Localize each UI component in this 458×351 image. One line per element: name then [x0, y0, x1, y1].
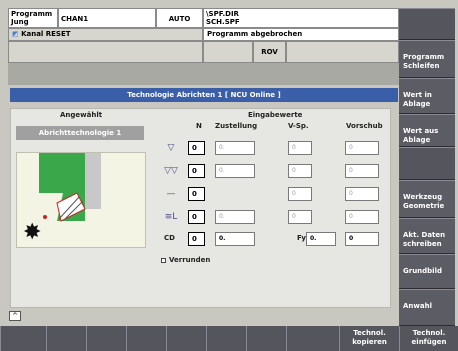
softkey-right-4[interactable]: Wert aus Ablage	[399, 114, 455, 147]
softkey-bottom-7[interactable]	[246, 326, 286, 351]
col-header-vorschub: Vorschub	[346, 122, 383, 130]
path-line2: SCH.SPF	[206, 18, 240, 26]
status-field-right	[286, 41, 399, 63]
softkey-bottom-8[interactable]	[286, 326, 339, 351]
program-path: \SPF.DIR SCH.SPF	[203, 8, 399, 28]
reset-icon: ◩	[12, 30, 19, 38]
row1-n-field[interactable]: 0	[188, 141, 205, 155]
col-header-vsp: V-Sp.	[288, 122, 309, 130]
fy-field[interactable]: 0.	[306, 232, 336, 246]
inputs-header: Eingabewerte	[248, 111, 303, 119]
cd-n-field[interactable]: 0	[188, 232, 205, 246]
row4-vorschub-field[interactable]: 0	[345, 210, 379, 224]
col-header-zustellung: Zustellung	[215, 122, 258, 130]
grinding-wheel-graphic: ✸	[23, 153, 101, 245]
row2-n-field[interactable]: 0	[188, 164, 205, 178]
fy-label: Fy	[297, 234, 306, 242]
spindle	[85, 153, 101, 209]
softkey-right-1[interactable]	[399, 8, 455, 40]
row4-vsp-field[interactable]: 0	[288, 210, 312, 224]
row2-vsp-field[interactable]: 0	[288, 164, 312, 178]
cd-zustellung-field[interactable]: 0.	[215, 232, 255, 246]
row4-zustellung-field[interactable]: 0.	[215, 210, 255, 224]
col-header-n: N	[196, 122, 202, 130]
finish-dressing-icon: ▽▽	[164, 166, 178, 176]
row4-n-field[interactable]: 0	[188, 210, 205, 224]
softkey-bottom-10[interactable]: Technol. einfügen	[399, 326, 458, 351]
row1-vorschub-field[interactable]: 0	[345, 141, 379, 155]
softkey-right-7[interactable]: Akt. Daten schreiben	[399, 218, 455, 254]
status-field-left	[8, 41, 203, 63]
channel-name: CHAN1	[58, 8, 156, 28]
rough-dressing-icon: ▽	[167, 143, 175, 153]
row2-zustellung-field[interactable]: 0.	[215, 164, 255, 178]
channel-status: ◩ Kanal RESET	[8, 28, 203, 41]
softkey-bottom-5[interactable]	[166, 326, 206, 351]
softkey-right-6[interactable]: Werkzeug Geometrie	[399, 180, 455, 218]
softkey-bottom-2[interactable]	[46, 326, 86, 351]
row1-vsp-field[interactable]: 0	[288, 141, 312, 155]
softkey-right-5[interactable]	[399, 147, 455, 180]
message-bar	[8, 63, 399, 85]
profile-dressing-icon: ≡L	[164, 212, 178, 222]
mode-indicator: AUTO	[156, 8, 203, 28]
path-line1: \SPF.DIR	[206, 10, 239, 18]
dresser-star-icon: ✸	[23, 220, 41, 245]
dresser-point	[43, 215, 47, 219]
verrunden-label: Verrunden	[169, 256, 211, 264]
program-status: Programm abgebrochen	[203, 28, 399, 41]
softkey-right-8[interactable]: Grundbild	[399, 254, 455, 289]
scroll-up-icon[interactable]: ^	[9, 311, 21, 321]
softkey-bottom-6[interactable]	[206, 326, 246, 351]
cd-vorschub-field[interactable]: 0	[345, 232, 379, 246]
row3-vsp-field[interactable]: 0	[288, 187, 312, 201]
dressing-illustration: ✸	[16, 152, 146, 248]
softkey-bottom-4[interactable]	[126, 326, 166, 351]
row2-vorschub-field[interactable]: 0	[345, 164, 379, 178]
cd-label: CD	[164, 234, 175, 242]
footer-strip	[8, 308, 399, 326]
row3-vorschub-field[interactable]: 0	[345, 187, 379, 201]
selected-label: Angewählt	[60, 111, 103, 119]
program-name: Programm Jung	[8, 8, 58, 28]
selected-technology[interactable]: Abrichttechnologie 1	[16, 126, 144, 140]
status-field-mid	[203, 41, 253, 63]
softkey-bottom-3[interactable]	[86, 326, 126, 351]
softkey-right-9[interactable]: Anwahl	[399, 289, 455, 326]
channel-status-text: Kanal RESET	[21, 30, 71, 38]
softkey-right-3[interactable]: Wert in Ablage	[399, 78, 455, 114]
row1-zustellung-field[interactable]: 0.	[215, 141, 255, 155]
wheel-body	[39, 153, 85, 193]
sparkout-icon: —	[166, 189, 176, 199]
softkey-right-2[interactable]: Programm Schleifen	[399, 40, 455, 78]
program-line2: Jung	[11, 18, 29, 26]
dialog-title: Technologie Abrichten 1 [ NCU Online ]	[10, 88, 398, 102]
verrunden-checkbox[interactable]	[161, 258, 166, 263]
program-line1: Programm	[11, 10, 53, 18]
softkey-bottom-9[interactable]: Technol. kopieren	[339, 326, 399, 351]
softkey-bottom-1[interactable]	[0, 326, 46, 351]
row3-n-field[interactable]: 0	[188, 187, 205, 201]
rov-indicator: ROV	[253, 41, 286, 63]
